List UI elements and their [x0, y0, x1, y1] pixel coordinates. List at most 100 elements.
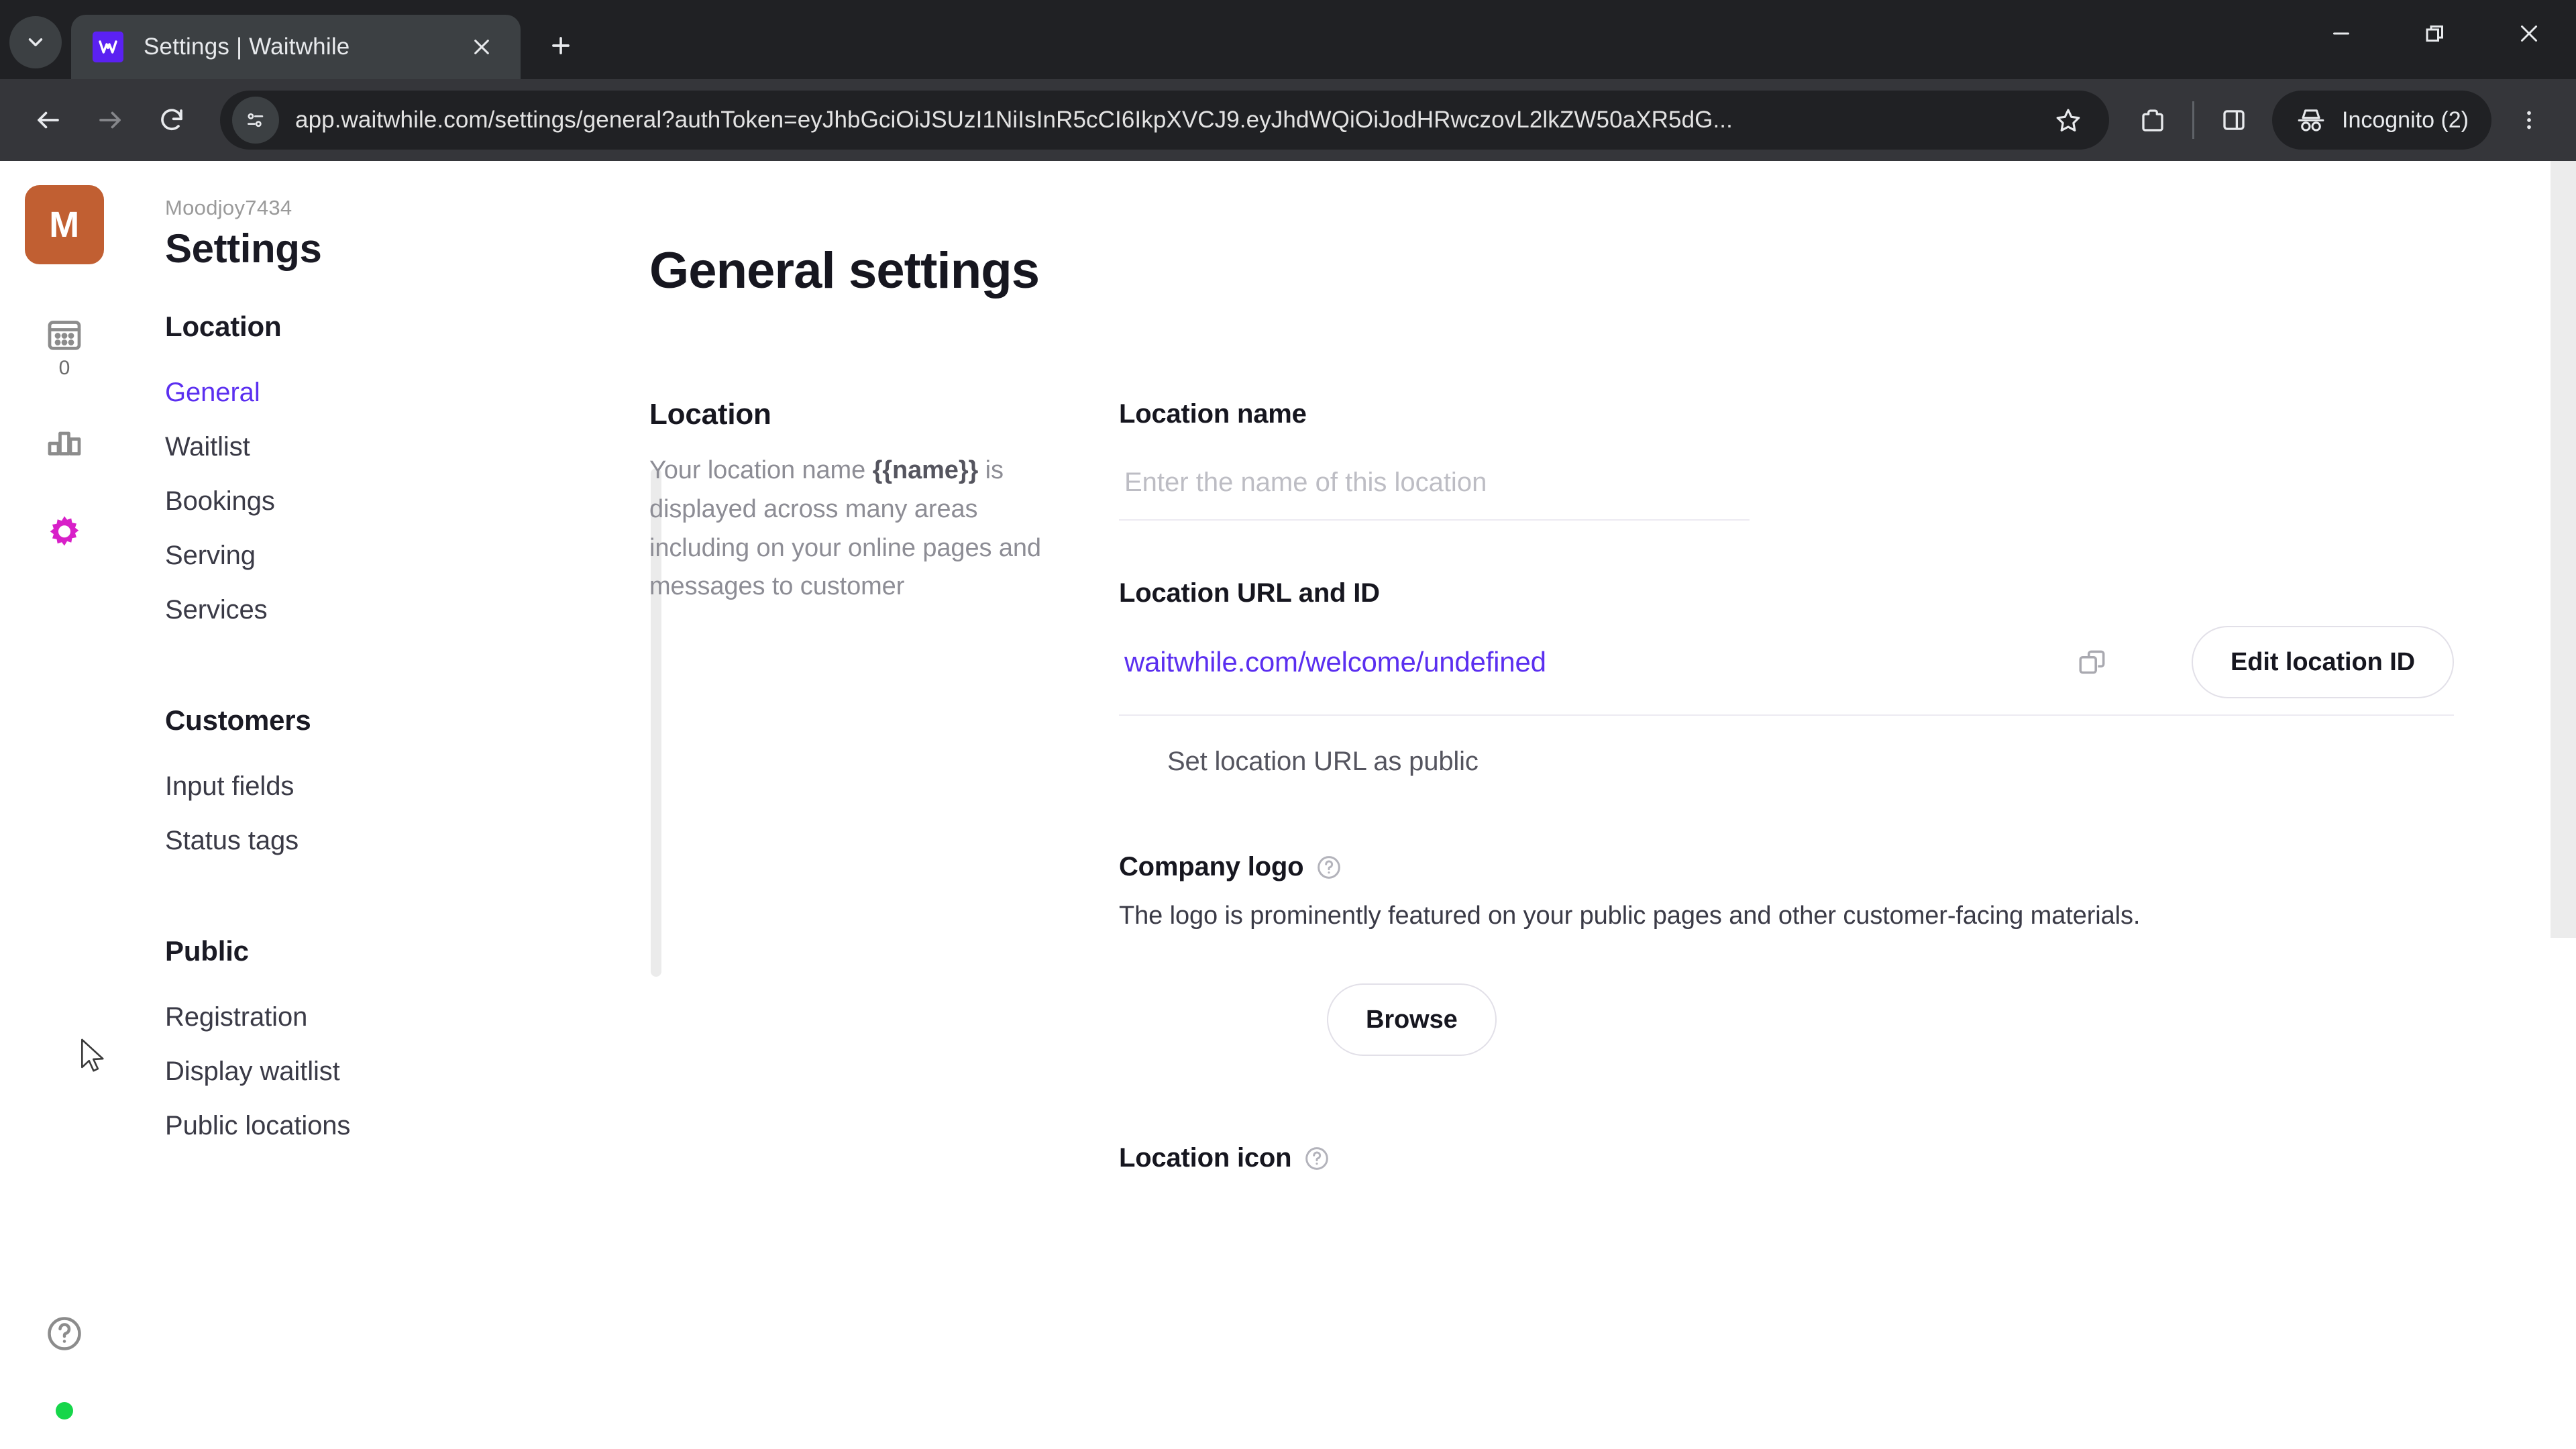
location-url-row: waitwhile.com/welcome/undefined Edit loc…: [1119, 626, 2454, 716]
close-icon: [2521, 25, 2537, 42]
site-info-button[interactable]: [232, 97, 279, 144]
bookmark-button[interactable]: [2043, 95, 2093, 145]
location-name-input[interactable]: [1119, 445, 1750, 521]
window-close-button[interactable]: [2482, 0, 2576, 67]
workspace-avatar[interactable]: M: [25, 185, 104, 264]
address-bar[interactable]: app.waitwhile.com/settings/general?authT…: [220, 91, 2109, 150]
tab-search-button[interactable]: [9, 16, 62, 68]
restore-icon: [2426, 25, 2443, 42]
page-heading: Settings: [165, 226, 322, 271]
location-url-value[interactable]: waitwhile.com/welcome/undefined: [1119, 646, 2067, 678]
sidebar-header: Moodjoy7434 Settings: [129, 161, 537, 272]
location-icon-block: Location icon: [1119, 1143, 2576, 1173]
sidebar-item-public-locations[interactable]: Public locations: [165, 1099, 537, 1153]
minimize-icon: [2333, 32, 2349, 35]
page-scrollbar[interactable]: [2551, 161, 2576, 938]
waitwhile-logo-icon: [99, 40, 117, 54]
browser-window: Settings | Waitwhile app.waitwhile.com/s…: [0, 0, 2576, 1449]
sidebar-item-input-fields[interactable]: Input fields: [165, 759, 537, 814]
location-icon-label-text: Location icon: [1119, 1143, 1292, 1173]
sidebar-item-display-waitlist[interactable]: Display waitlist: [165, 1044, 537, 1099]
browser-tab[interactable]: Settings | Waitwhile: [71, 15, 521, 79]
location-section-info: Location Your location name {{name}} is …: [649, 398, 1119, 1173]
forward-arrow-icon: [99, 111, 121, 129]
sidebar-item-bookings[interactable]: Bookings: [165, 474, 537, 529]
sidebar-item-general[interactable]: General: [165, 366, 537, 420]
incognito-label: Incognito (2): [2342, 107, 2469, 133]
company-logo-description: The logo is prominently featured on your…: [1119, 902, 2141, 930]
window-minimize-button[interactable]: [2294, 0, 2388, 67]
location-section-description: Your location name {{name}} is displayed…: [649, 451, 1055, 606]
sidebar-item-status-tags[interactable]: Status tags: [165, 814, 537, 868]
edit-location-id-button[interactable]: Edit location ID: [2192, 626, 2454, 698]
company-logo-label: Company logo: [1119, 852, 2576, 882]
back-arrow-icon: [38, 111, 59, 129]
company-logo-actions: Browse: [1119, 983, 2576, 1056]
tab-search-chevron-icon: [28, 38, 43, 46]
app-icon-rail: M 0: [0, 161, 129, 1449]
public-url-toggle-label: Set location URL as public: [1167, 747, 1479, 776]
incognito-indicator[interactable]: Incognito (2): [2272, 91, 2491, 150]
reload-button[interactable]: [141, 89, 203, 151]
rail-item-analytics[interactable]: [25, 420, 104, 460]
location-icon-help-button[interactable]: [1303, 1145, 1330, 1172]
extensions-button[interactable]: [2124, 91, 2182, 149]
rail-item-settings[interactable]: [25, 513, 104, 553]
company-logo-label-text: Company logo: [1119, 852, 1304, 881]
tab-strip: Settings | Waitwhile: [0, 0, 2576, 79]
public-url-toggle-row[interactable]: Set location URL as public: [1119, 747, 2576, 777]
company-logo-help-button[interactable]: [1316, 854, 1342, 881]
help-circle-icon: [1318, 855, 1341, 879]
sidebar-nav-list: Location General Waitlist Bookings Servi…: [129, 311, 537, 1153]
help-circle-icon: [1305, 1146, 1329, 1170]
sidebar-item-serving[interactable]: Serving: [165, 529, 537, 583]
help-circle-icon: [48, 1317, 81, 1350]
content-title: General settings: [649, 242, 1040, 299]
browse-logo-button[interactable]: Browse: [1327, 983, 1497, 1056]
rail-item-help[interactable]: [25, 1313, 104, 1354]
page-viewport: M 0 Moodjoy7434 Settings Location Genera…: [0, 161, 2576, 1449]
tab-close-button[interactable]: [462, 27, 502, 67]
copy-icon: [2079, 650, 2105, 674]
side-panel-button[interactable]: [2205, 91, 2263, 149]
tab-title: Settings | Waitwhile: [144, 34, 350, 60]
location-section: Location Your location name {{name}} is …: [649, 398, 2576, 1173]
plus-icon: [552, 37, 570, 54]
extensions-puzzle-icon: [2142, 109, 2163, 131]
back-button[interactable]: [17, 89, 79, 151]
rail-calendar-count: 0: [58, 357, 70, 379]
settings-sidebar: Moodjoy7434 Settings Location General Wa…: [129, 161, 661, 1449]
window-maximize-button[interactable]: [2388, 0, 2482, 67]
copy-url-button[interactable]: [2067, 637, 2118, 688]
rail-item-calendar[interactable]: 0: [25, 314, 104, 380]
page-info-icon: [248, 113, 264, 127]
nav-group-customers: Customers: [165, 704, 311, 736]
settings-content: General settings Location Your location …: [537, 161, 2576, 1449]
forward-button[interactable]: [79, 89, 141, 151]
company-logo-block: Company logo The logo is prominently fea…: [1119, 852, 2576, 1056]
window-controls: [2294, 0, 2576, 79]
new-tab-button[interactable]: [535, 20, 586, 71]
location-icon-label: Location icon: [1119, 1143, 2576, 1173]
side-panel-icon: [2223, 110, 2245, 130]
star-icon: [2056, 109, 2080, 131]
sidebar-item-waitlist[interactable]: Waitlist: [165, 420, 537, 474]
status-indicator-dot: [56, 1402, 73, 1419]
nav-group-public: Public: [165, 935, 249, 967]
settings-gear-icon: [50, 516, 79, 546]
url-text: app.waitwhile.com/settings/general?authT…: [295, 107, 1733, 133]
browser-menu-button[interactable]: [2500, 91, 2559, 150]
sidebar-item-registration[interactable]: Registration: [165, 990, 537, 1044]
desc-token: {{name}}: [872, 456, 979, 484]
location-section-fields: Location name Location URL and ID waitwh…: [1119, 398, 2576, 1173]
waitwhile-favicon: [93, 32, 123, 62]
toolbar-divider: [2192, 101, 2194, 139]
bar-chart-icon: [48, 431, 81, 455]
calendar-icon: [48, 321, 81, 350]
location-section-heading: Location: [649, 398, 771, 431]
location-url-label: Location URL and ID: [1119, 578, 1380, 608]
sidebar-item-services[interactable]: Services: [165, 583, 537, 637]
location-name-label: Location name: [1119, 399, 1307, 429]
incognito-hat-icon: [2298, 109, 2324, 131]
three-dot-menu-icon: [2527, 111, 2531, 129]
